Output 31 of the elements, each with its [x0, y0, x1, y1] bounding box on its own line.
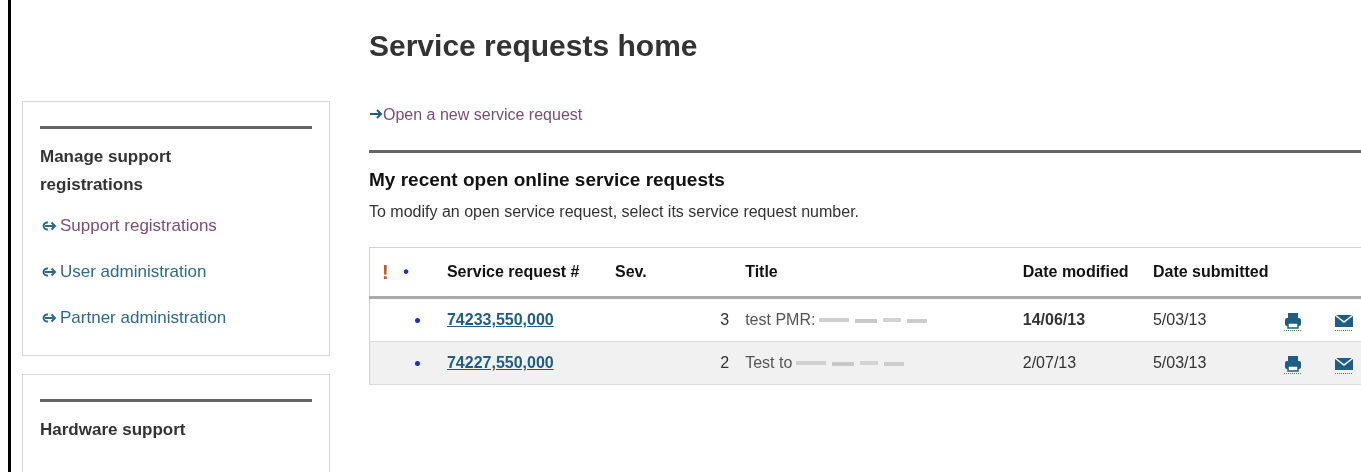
new-request-link[interactable]: Open a new service request — [383, 106, 583, 124]
column-header: Service request # — [440, 247, 609, 298]
panel-heading: Manage support registrations — [40, 146, 173, 196]
table-cell: 2 — [609, 341, 740, 385]
table-cell: 2/07/13 — [1016, 341, 1147, 385]
column-header: Title — [739, 247, 1017, 298]
table-cell: 3 — [609, 297, 740, 342]
sidebar-link[interactable]: Partner administration — [40, 295, 312, 341]
link-arrow-icon — [40, 266, 58, 278]
table-cell: 14/06/13 — [1016, 297, 1147, 342]
column-header: Date submitted — [1146, 247, 1278, 298]
column-header: Sev. — [609, 247, 740, 298]
print-icon[interactable] — [1283, 310, 1304, 331]
table-cell: 5/03/13 — [1146, 341, 1278, 385]
request-number-link[interactable]: 74233,550,000 — [446, 311, 554, 328]
unread-header: • — [401, 247, 441, 298]
section-heading: My recent open online service requests — [369, 168, 726, 192]
sidebar-link[interactable]: Support registrations — [40, 203, 312, 249]
page-title: Service requests home — [369, 28, 699, 64]
arrow-right-icon — [369, 108, 383, 120]
print-icon[interactable] — [1283, 353, 1304, 374]
instruction-text: To modify an open service request, select its service request number. — [369, 202, 860, 222]
table-cell-text: test PMR: — [745, 310, 816, 330]
sidebar-link[interactable]: User administration — [40, 249, 312, 295]
priority-header: ! — [369, 247, 402, 298]
table-cell-text: Test to — [745, 353, 793, 373]
panel-heading: Hardware support — [40, 419, 187, 441]
link-arrow-icon — [40, 220, 58, 232]
link-arrow-icon — [40, 312, 58, 324]
table-cell: 5/03/13 — [1146, 297, 1278, 342]
column-header: Date modified — [1016, 247, 1147, 298]
